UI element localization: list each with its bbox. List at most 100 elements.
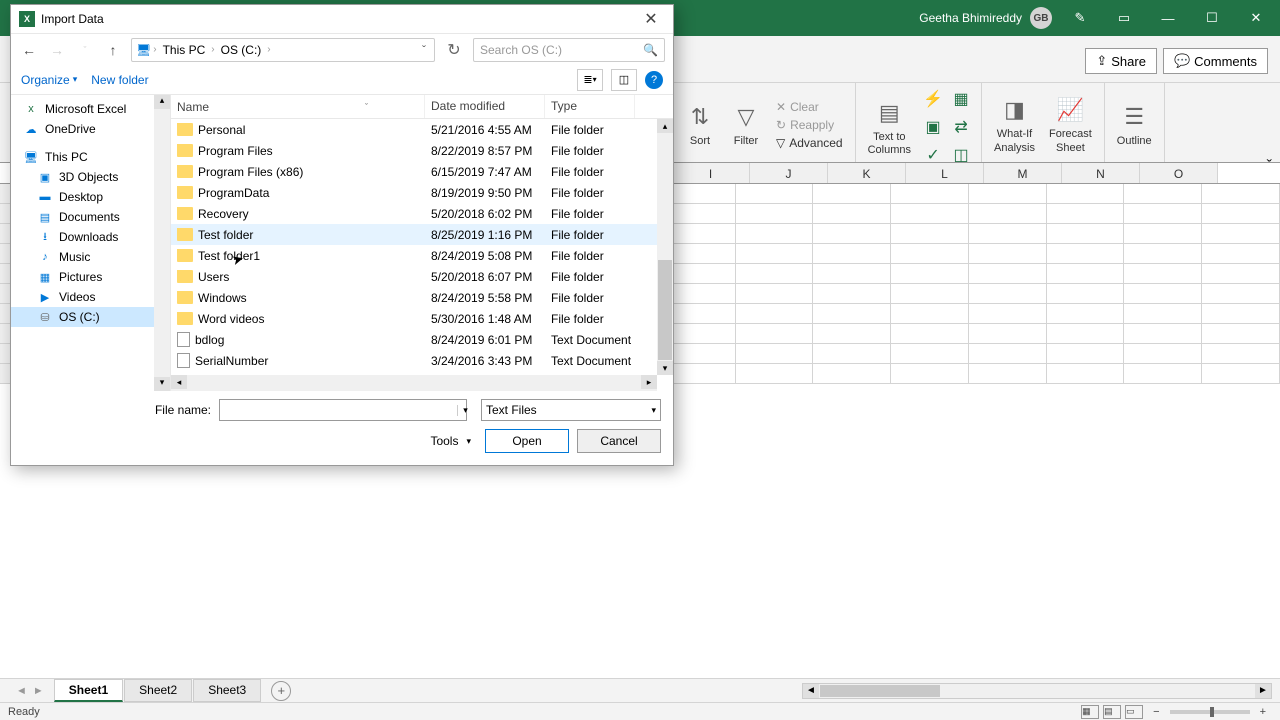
- cell[interactable]: [1202, 184, 1280, 204]
- file-row[interactable]: Windows8/24/2019 5:58 PMFile folder: [171, 287, 673, 308]
- reapply-button[interactable]: ↻Reapply: [772, 117, 847, 133]
- tools-button[interactable]: Tools▾: [424, 431, 477, 451]
- cell[interactable]: [736, 204, 814, 224]
- tab-nav[interactable]: ◄►: [8, 685, 52, 697]
- forward-button[interactable]: →: [47, 40, 67, 60]
- sidebar-item[interactable]: ☁OneDrive: [11, 119, 170, 139]
- cell[interactable]: [891, 344, 969, 364]
- sidebar-scrollbar[interactable]: ▴ ▾: [154, 95, 170, 391]
- cell[interactable]: [736, 344, 814, 364]
- zoom-out-icon[interactable]: −: [1147, 706, 1165, 718]
- file-row[interactable]: SerialNumber3/24/2016 3:43 PMText Docume…: [171, 350, 673, 371]
- breadcrumb-item[interactable]: This PC: [159, 43, 210, 57]
- cell[interactable]: [1124, 244, 1202, 264]
- cell[interactable]: [969, 284, 1047, 304]
- normal-view-icon[interactable]: ▦: [1081, 705, 1099, 719]
- back-button[interactable]: ←: [19, 40, 39, 60]
- cancel-button[interactable]: Cancel: [577, 429, 661, 453]
- breadcrumb-dropdown-icon[interactable]: ˇ: [418, 43, 430, 57]
- cell[interactable]: [1202, 324, 1280, 344]
- cell[interactable]: [1124, 344, 1202, 364]
- column-header[interactable]: K: [828, 163, 906, 183]
- cell[interactable]: [1202, 204, 1280, 224]
- file-row[interactable]: Program Files (x86)6/15/2019 7:47 AMFile…: [171, 161, 673, 182]
- cell[interactable]: [1047, 284, 1125, 304]
- cell[interactable]: [969, 224, 1047, 244]
- cell[interactable]: [813, 224, 891, 244]
- user-info[interactable]: Geetha Bhimireddy GB: [919, 7, 1052, 29]
- sidebar-item[interactable]: ♪Music: [11, 247, 170, 267]
- cell[interactable]: [1124, 364, 1202, 384]
- cell[interactable]: [1202, 284, 1280, 304]
- cell[interactable]: [891, 364, 969, 384]
- organize-button[interactable]: Organize ▾: [21, 73, 77, 87]
- column-header[interactable]: L: [906, 163, 984, 183]
- file-row[interactable]: Test folder18/24/2019 5:08 PMFile folder: [171, 245, 673, 266]
- cell[interactable]: [1202, 344, 1280, 364]
- list-hscrollbar[interactable]: ◂ ▸: [171, 375, 657, 391]
- filename-dropdown-icon[interactable]: ▾: [457, 405, 473, 416]
- cell[interactable]: [1047, 344, 1125, 364]
- column-header[interactable]: J: [750, 163, 828, 183]
- file-filter-select[interactable]: Text Files ▾: [481, 399, 661, 421]
- file-row[interactable]: bdlog8/24/2019 6:01 PMText Document: [171, 329, 673, 350]
- sidebar-item-this-pc[interactable]: 🖥 This PC: [11, 147, 170, 167]
- cell[interactable]: [736, 284, 814, 304]
- recent-dropdown-icon[interactable]: ˇ: [75, 40, 95, 60]
- file-list-body[interactable]: Personal5/21/2016 4:55 AMFile folder Prog…: [171, 119, 673, 391]
- cell[interactable]: [736, 324, 814, 344]
- add-sheet-button[interactable]: +: [271, 681, 291, 701]
- cell[interactable]: [1124, 224, 1202, 244]
- filename-input[interactable]: [219, 399, 467, 421]
- cell[interactable]: [813, 184, 891, 204]
- cell[interactable]: [969, 244, 1047, 264]
- cell[interactable]: [1124, 184, 1202, 204]
- cell[interactable]: [736, 304, 814, 324]
- sheet-tab[interactable]: Sheet1: [54, 679, 123, 702]
- scroll-down-icon[interactable]: ▾: [657, 361, 673, 375]
- cell[interactable]: [813, 344, 891, 364]
- pen-icon[interactable]: ✎: [1064, 6, 1096, 30]
- cell[interactable]: [813, 244, 891, 264]
- scroll-up-icon[interactable]: ▴: [154, 95, 170, 109]
- cell[interactable]: [813, 264, 891, 284]
- cell[interactable]: [1124, 204, 1202, 224]
- flash-fill-icon[interactable]: ⚡: [921, 87, 945, 111]
- column-header[interactable]: O: [1140, 163, 1218, 183]
- cell[interactable]: [891, 304, 969, 324]
- horizontal-scrollbar[interactable]: ◄ ►: [802, 683, 1272, 699]
- cell[interactable]: [813, 304, 891, 324]
- maximize-icon[interactable]: ☐: [1196, 6, 1228, 30]
- whatif-button[interactable]: ◨ What-If Analysis: [990, 92, 1039, 156]
- help-icon[interactable]: ?: [645, 71, 663, 89]
- header-name[interactable]: Nameˇ: [171, 95, 425, 118]
- close-icon[interactable]: ✕: [1240, 6, 1272, 30]
- cell[interactable]: [969, 184, 1047, 204]
- search-input[interactable]: Search OS (C:) 🔍: [473, 38, 665, 62]
- file-row[interactable]: Personal5/21/2016 4:55 AMFile folder: [171, 119, 673, 140]
- view-mode-button[interactable]: ≣ ▾: [577, 69, 603, 91]
- cell[interactable]: [1047, 304, 1125, 324]
- cell[interactable]: [1124, 304, 1202, 324]
- cell[interactable]: [891, 244, 969, 264]
- cell[interactable]: [969, 204, 1047, 224]
- open-button[interactable]: Open: [485, 429, 569, 453]
- preview-pane-button[interactable]: ◫: [611, 69, 637, 91]
- file-row[interactable]: Word videos5/30/2016 1:48 AMFile folder: [171, 308, 673, 329]
- cell[interactable]: [1202, 224, 1280, 244]
- cell[interactable]: [1202, 304, 1280, 324]
- column-header[interactable]: I: [672, 163, 750, 183]
- page-layout-icon[interactable]: ▤: [1103, 705, 1121, 719]
- breadcrumb[interactable]: 🖥 › This PC › OS (C:) › ˇ: [131, 38, 435, 62]
- sidebar-item[interactable]: ⭳Downloads: [11, 227, 170, 247]
- advanced-button[interactable]: ▽Advanced: [772, 135, 847, 151]
- cell[interactable]: [1124, 264, 1202, 284]
- cell[interactable]: [813, 364, 891, 384]
- sidebar-item[interactable]: xMicrosoft Excel: [11, 99, 170, 119]
- cell[interactable]: [1047, 264, 1125, 284]
- breadcrumb-item[interactable]: OS (C:): [217, 43, 266, 57]
- ribbon-display-icon[interactable]: ▭: [1108, 6, 1140, 30]
- list-vscrollbar[interactable]: ▴ ▾: [657, 119, 673, 375]
- relationships-icon[interactable]: ⇄: [949, 115, 973, 139]
- sidebar-item[interactable]: ▤Documents: [11, 207, 170, 227]
